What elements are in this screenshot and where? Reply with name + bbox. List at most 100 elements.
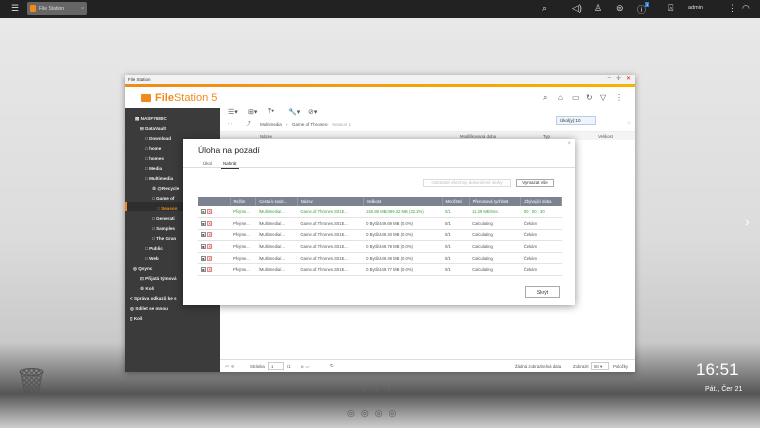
task-row: ■ ✕ Přejme.../Multimedia/... Game.of.Throne… bbox=[198, 263, 562, 277]
breadcrumb-item[interactable]: Multimedia bbox=[260, 122, 282, 127]
share-icon[interactable]: ⊘▾ bbox=[308, 108, 317, 116]
col-name: Název bbox=[297, 197, 364, 206]
tree-item[interactable]: □ Samples bbox=[152, 226, 175, 231]
cancel-icon[interactable]: ✕ bbox=[207, 220, 212, 226]
tree-item[interactable]: ⊟ DataVault bbox=[140, 126, 166, 132]
tree-item[interactable]: □ homes bbox=[145, 156, 164, 161]
task-row: ■ ✕ Přejme.../Multimedia/... Game.of.Throne… bbox=[198, 240, 562, 253]
maximize-icon[interactable]: ✛ bbox=[616, 75, 621, 82]
stop-icon[interactable]: ■ bbox=[201, 220, 206, 226]
tree-item[interactable]: ♲ Koš bbox=[140, 286, 154, 292]
tree-item[interactable]: ▯ Koš bbox=[130, 316, 143, 322]
cell: Game.of.Thrones.S01E... bbox=[297, 240, 364, 253]
stop-icon[interactable]: ■ bbox=[201, 232, 206, 238]
next-page-arrow-icon[interactable]: › bbox=[745, 213, 750, 229]
monitor-icon[interactable]: ▭ bbox=[572, 93, 580, 102]
view-icon[interactable]: ☰▾ bbox=[228, 108, 238, 116]
cancel-icon[interactable]: ✕ bbox=[207, 209, 212, 215]
tree-item-label: Season bbox=[161, 206, 178, 211]
clear-all-button[interactable]: Vymazat vše bbox=[516, 179, 554, 187]
tree-item[interactable]: ◎ Qsync bbox=[133, 266, 152, 272]
cell: Game.of.Thrones.S01E... bbox=[297, 229, 364, 242]
volume-icon[interactable]: ◁) bbox=[572, 3, 582, 14]
up-button[interactable]: ⤴ bbox=[246, 121, 251, 127]
background-tasks-icon[interactable]: ⌂ bbox=[558, 93, 563, 102]
tree-item-label: Generati bbox=[156, 216, 175, 221]
tree-item[interactable]: □ Download bbox=[145, 136, 171, 141]
tools-icon[interactable]: 🔧▾ bbox=[288, 108, 300, 116]
search-icon[interactable]: ⌕ bbox=[542, 3, 547, 14]
new-folder-icon[interactable]: ⊞▾ bbox=[248, 108, 257, 116]
tree-item-label: Game of bbox=[156, 196, 175, 201]
first-prev-buttons[interactable]: ⏮ ◀ bbox=[225, 364, 234, 369]
no-data-label: Žádná zobrazitelná data bbox=[515, 364, 562, 369]
breadcrumb-sep: › bbox=[327, 122, 329, 127]
background-task-icon[interactable]: ♙ bbox=[594, 3, 602, 14]
tree-item[interactable]: □ Multimedia bbox=[145, 176, 173, 181]
upload-icon[interactable]: ⤒▾ bbox=[268, 108, 274, 116]
minimize-icon[interactable]: – bbox=[608, 75, 611, 81]
tree-item[interactable]: ◎ Sdílet se mnou bbox=[130, 306, 168, 312]
tree-item[interactable]: ▤ NASF7680C bbox=[135, 116, 167, 122]
remove-completed-button[interactable]: Odstranit všechny dokončené úlohy bbox=[423, 179, 511, 187]
stop-icon[interactable]: ■ bbox=[201, 267, 206, 273]
stop-icon[interactable]: ■ bbox=[201, 244, 206, 250]
tab-task[interactable]: Úkol bbox=[203, 161, 212, 166]
next-last-buttons[interactable]: ▶ ⏭ bbox=[301, 364, 309, 370]
close-icon[interactable]: ✕ bbox=[626, 75, 631, 82]
cell: Calculating bbox=[469, 252, 521, 265]
tree-item-label: Přijatá týmová bbox=[145, 276, 177, 281]
tree-item[interactable]: □ Media bbox=[145, 166, 162, 171]
tree-item[interactable]: ⊡ Přijatá týmová bbox=[140, 276, 177, 282]
stop-icon[interactable]: ■ bbox=[201, 209, 206, 215]
tree-item[interactable]: □ Season bbox=[157, 206, 177, 211]
tree-item[interactable]: □ Web bbox=[145, 256, 159, 261]
cell: Game.of.Thrones.S01E... bbox=[297, 217, 364, 230]
tree-item-label: Media bbox=[149, 166, 163, 171]
more-icon[interactable]: ⋮ bbox=[615, 93, 623, 102]
column-size[interactable]: Velikost bbox=[598, 134, 613, 139]
per-page-select[interactable]: 50 ▾ bbox=[591, 362, 609, 370]
user-menu[interactable]: admin bbox=[688, 5, 703, 11]
hide-button[interactable]: Skrýt bbox=[525, 286, 560, 298]
refresh-icon[interactable]: ↻ bbox=[586, 93, 593, 102]
tree-item[interactable]: ♲ @Recycle bbox=[152, 186, 179, 192]
refresh-icon[interactable]: ↻ bbox=[330, 363, 334, 369]
search-icon[interactable]: ⌕ bbox=[543, 93, 547, 103]
upload-task-table: Režim Cesta k soub... Název Velikost Mno… bbox=[198, 197, 562, 277]
more-icon[interactable]: ⋮ bbox=[728, 3, 737, 14]
tree-item[interactable]: □ The Gran bbox=[152, 236, 176, 241]
window-titlebar: File Station ✕ ✛ – bbox=[125, 75, 635, 84]
tree-item[interactable]: □ Generati bbox=[152, 216, 175, 221]
cell: Čekám bbox=[520, 263, 562, 277]
app-tab-file-station[interactable]: File Station × bbox=[27, 2, 87, 15]
page-input[interactable]: 1 bbox=[268, 362, 284, 370]
dashboard-icon[interactable]: ◠ bbox=[742, 3, 750, 14]
cancel-icon[interactable]: ✕ bbox=[207, 232, 212, 238]
close-icon[interactable]: × bbox=[567, 141, 571, 147]
dock-icons[interactable]: ◎◎◎◎ bbox=[347, 408, 402, 419]
tree-item[interactable]: < Správa odkazů ke s bbox=[130, 296, 177, 301]
cancel-icon[interactable]: ✕ bbox=[207, 244, 212, 250]
cell: Přejme... bbox=[230, 263, 256, 277]
favorite-icon[interactable]: ♡ bbox=[627, 121, 631, 127]
close-icon[interactable]: × bbox=[81, 6, 84, 12]
tree-item-label: Sdílet se mnou bbox=[135, 306, 168, 311]
stop-icon[interactable]: ■ bbox=[201, 255, 206, 261]
page-dots[interactable]: ●●● bbox=[362, 387, 400, 393]
sync-icon[interactable]: ⊜ bbox=[616, 3, 624, 14]
cancel-icon[interactable]: ✕ bbox=[207, 267, 212, 273]
trash-icon[interactable]: 🗑 bbox=[15, 366, 48, 396]
cancel-icon[interactable]: ✕ bbox=[207, 255, 212, 261]
tree-item[interactable]: □ home bbox=[145, 146, 161, 151]
back-button[interactable]: ‹ › bbox=[228, 121, 232, 126]
tree-item[interactable]: □ Public bbox=[145, 246, 163, 251]
filter-icon[interactable]: ▽ bbox=[600, 93, 606, 102]
user-icon[interactable]: ⍓ bbox=[668, 3, 673, 14]
tree-item[interactable]: □ Game of bbox=[152, 196, 174, 201]
breadcrumb-item[interactable]: Season 1 bbox=[332, 122, 351, 127]
tree-item-label: NASF7680C bbox=[140, 116, 167, 121]
breadcrumb-item[interactable]: Game of Thrones bbox=[292, 122, 327, 127]
cell: Calculating bbox=[469, 240, 521, 253]
menu-icon[interactable]: ☰ bbox=[11, 3, 19, 14]
